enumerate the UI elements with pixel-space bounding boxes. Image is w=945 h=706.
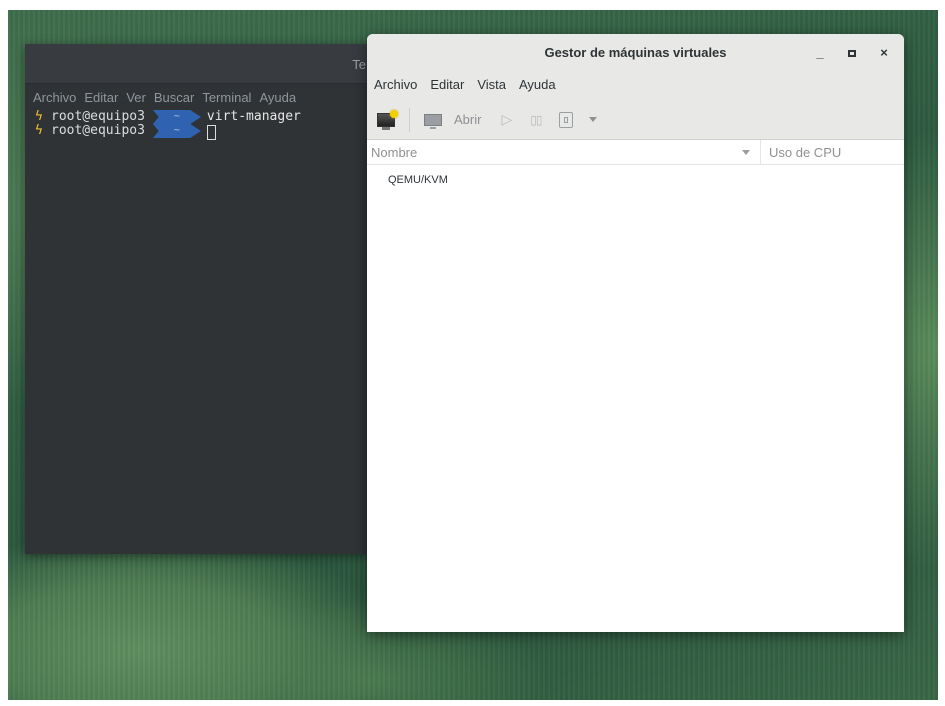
open-button-label: Abrir (454, 112, 482, 127)
terminal-cursor (206, 124, 216, 140)
pause-icon: ▯▯ (530, 112, 542, 127)
terminal-line: ϟ root@equipo3 ~ (35, 123, 360, 140)
terminal-output[interactable]: ϟ root@equipo3 ~ virt-manager ϟ root@equ… (25, 110, 370, 140)
lightning-icon: ϟ (35, 123, 43, 138)
menu-vista[interactable]: Vista (477, 77, 506, 95)
vm-list[interactable]: QEMU/KVM (367, 165, 904, 186)
chevron-down-icon (589, 117, 598, 122)
list-item[interactable]: QEMU/KVM (367, 165, 904, 186)
prompt-user: root@equipo3 (51, 123, 145, 138)
menu-ayuda[interactable]: Ayuda (519, 77, 556, 95)
vm-manager-titlebar[interactable]: Gestor de máquinas virtuales _ × (367, 34, 904, 72)
vm-manager-window[interactable]: Gestor de máquinas virtuales _ × Archivo… (367, 34, 904, 632)
prompt-user: root@equipo3 (51, 109, 145, 124)
sort-down-icon[interactable] (742, 150, 750, 155)
terminal-menu-terminal[interactable]: Terminal (202, 90, 251, 105)
column-header-name[interactable]: Nombre (367, 140, 760, 164)
console-icon (424, 113, 442, 129)
lightning-icon: ϟ (35, 109, 43, 124)
terminal-menu-editar[interactable]: Editar (84, 90, 118, 105)
terminal-window[interactable]: Te Archivo Editar Ver Buscar Terminal Ay… (25, 44, 370, 554)
minimize-button[interactable]: _ (810, 43, 830, 63)
prompt-directory: ~ (152, 124, 201, 138)
new-vm-icon (377, 109, 398, 130)
terminal-menu-buscar[interactable]: Buscar (154, 90, 194, 105)
column-header-cpu[interactable]: Uso de CPU (760, 140, 904, 164)
toolbar-separator (409, 107, 410, 132)
terminal-title: Te (352, 57, 366, 72)
new-badge-icon (390, 109, 398, 118)
maximize-icon (848, 50, 856, 57)
terminal-menu-ver[interactable]: Ver (126, 90, 146, 105)
menu-archivo[interactable]: Archivo (374, 77, 417, 95)
terminal-menu-archivo[interactable]: Archivo (33, 90, 76, 105)
vm-manager-menubar: Archivo Editar Vista Ayuda (367, 72, 904, 100)
shutdown-menu-button[interactable] (589, 117, 598, 122)
menu-editar[interactable]: Editar (430, 77, 464, 95)
connection-name: QEMU/KVM (388, 174, 448, 186)
prompt-command: virt-manager (206, 109, 301, 124)
pause-button[interactable]: ▯▯ (530, 112, 542, 127)
terminal-menubar: Archivo Editar Ver Buscar Terminal Ayuda (25, 84, 370, 110)
close-button[interactable]: × (874, 43, 894, 63)
maximize-button[interactable] (842, 43, 862, 63)
prompt-directory: ~ (152, 110, 201, 124)
column-cpu-label: Uso de CPU (769, 144, 842, 160)
terminal-titlebar[interactable]: Te (25, 44, 370, 84)
vm-manager-toolbar: Abrir ▷ ▯▯ (367, 100, 904, 140)
terminal-line: ϟ root@equipo3 ~ virt-manager (35, 110, 360, 124)
play-icon: ▷ (501, 111, 513, 127)
vm-list-header: Nombre Uso de CPU (367, 140, 904, 165)
terminal-menu-ayuda[interactable]: Ayuda (259, 90, 296, 105)
open-button[interactable]: Abrir (424, 112, 482, 129)
shutdown-button[interactable] (559, 111, 574, 128)
column-name-label: Nombre (371, 144, 418, 160)
new-vm-button[interactable] (377, 109, 398, 130)
shutdown-icon (559, 111, 574, 128)
run-button[interactable]: ▷ (501, 111, 512, 128)
